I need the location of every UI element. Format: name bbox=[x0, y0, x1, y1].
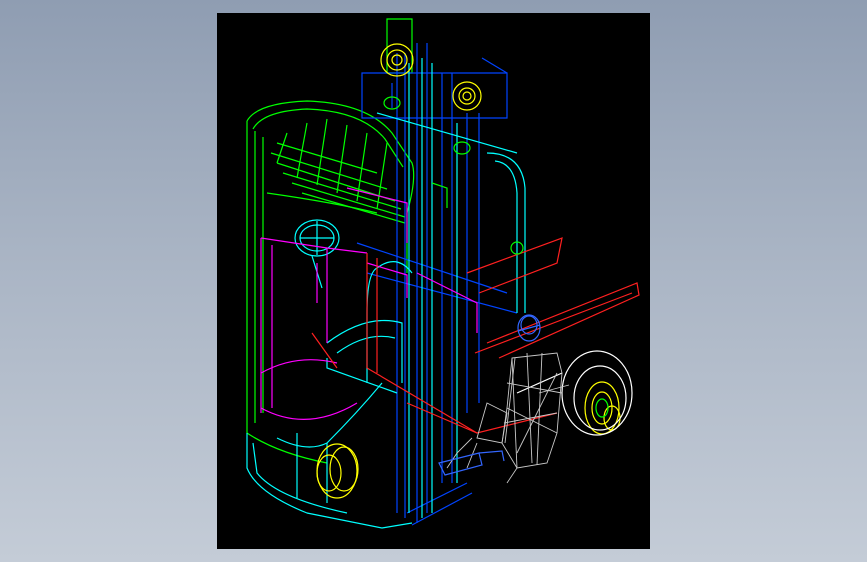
operator-compartment bbox=[260, 187, 478, 420]
hub-details bbox=[383, 96, 609, 418]
forklift-wireframe bbox=[246, 18, 640, 529]
rear-wheel-housing bbox=[516, 350, 633, 436]
forks bbox=[311, 237, 640, 434]
cad-viewport[interactable] bbox=[217, 13, 650, 549]
mast-inner bbox=[246, 58, 526, 529]
mast bbox=[356, 43, 518, 526]
operator-head bbox=[517, 314, 541, 342]
operator-feet bbox=[438, 450, 505, 476]
operator-figure bbox=[446, 352, 570, 484]
